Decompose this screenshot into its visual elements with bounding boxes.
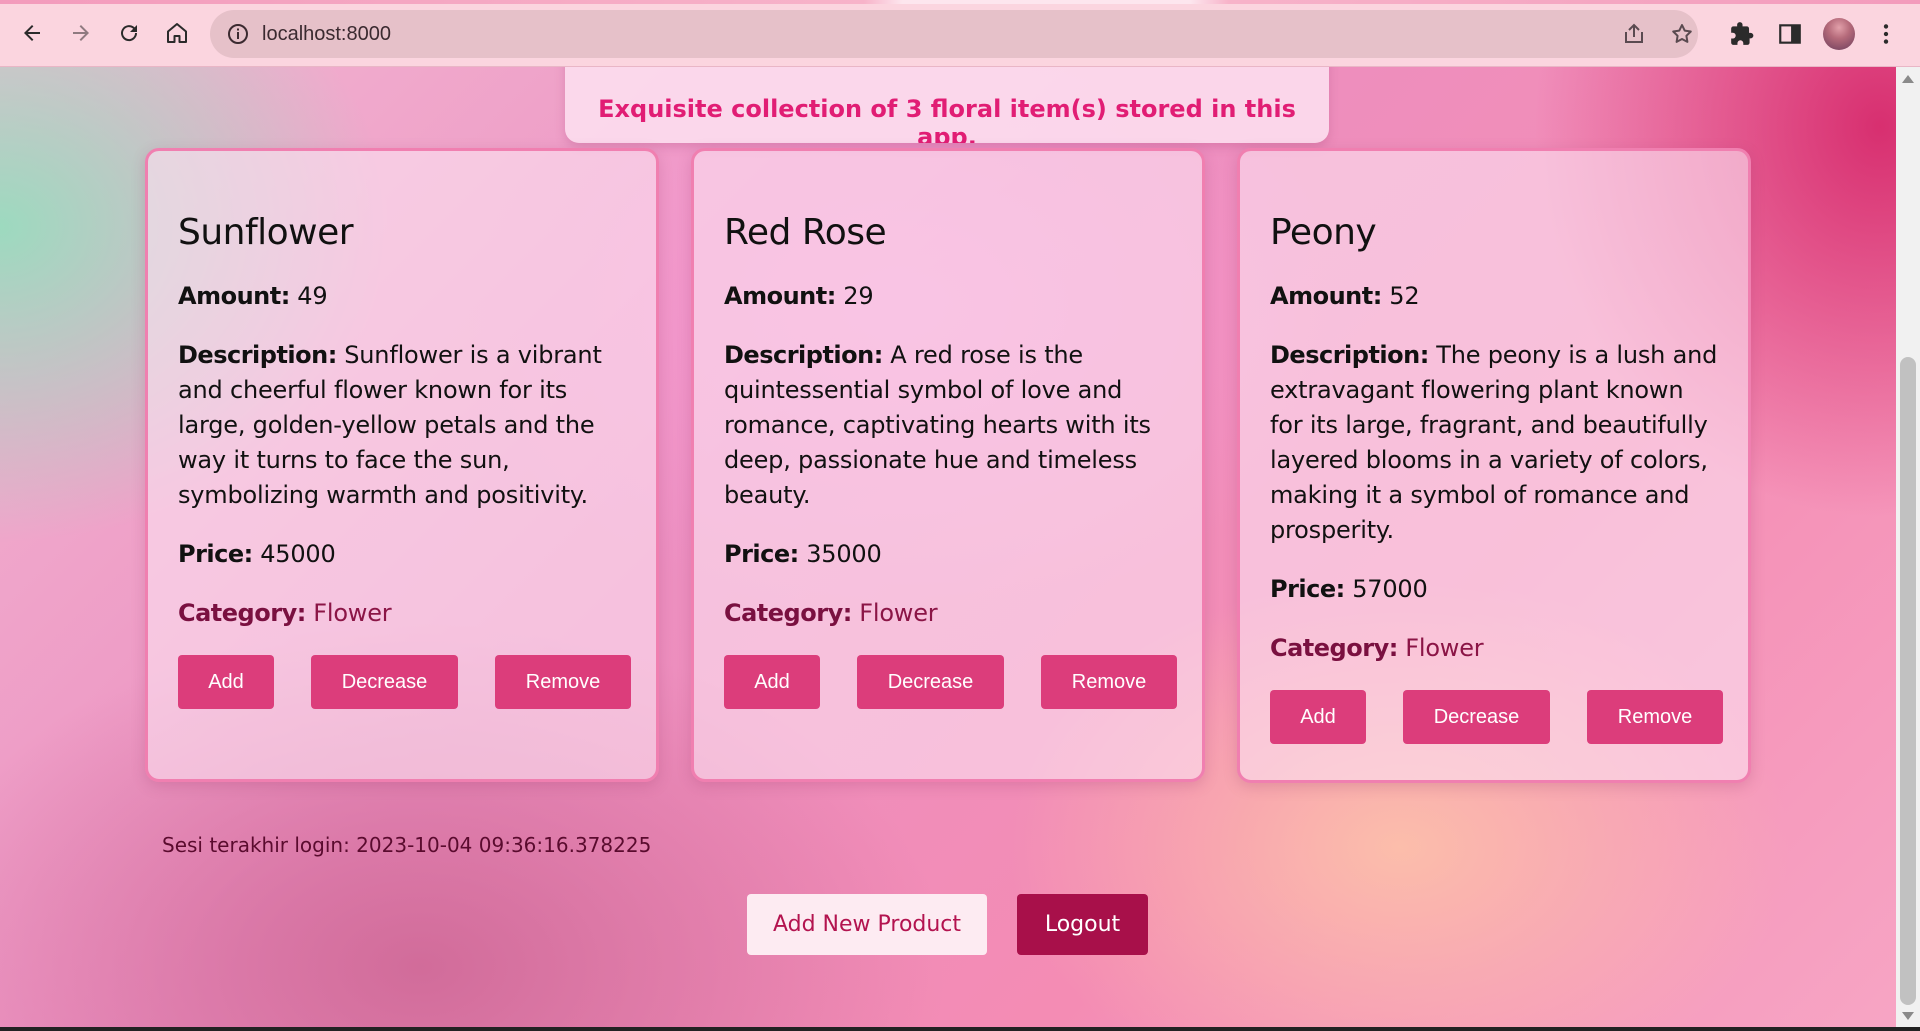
product-amount: Amount: 49 (178, 282, 328, 310)
product-actions: Add Decrease Remove (1270, 690, 1723, 744)
arrow-right-icon (73, 25, 89, 41)
page-viewport: Exquisite collection of 3 floral item(s)… (0, 67, 1896, 1031)
remove-button[interactable]: Remove (495, 655, 631, 709)
menu-kebab-icon[interactable] (1873, 21, 1899, 47)
product-price: Price: 45000 (178, 540, 336, 568)
site-info-icon[interactable] (226, 22, 250, 46)
product-description: Description: The peony is a lush and ext… (1270, 341, 1718, 544)
side-panel-icon[interactable] (1777, 21, 1803, 47)
add-button[interactable]: Add (724, 655, 820, 709)
product-description: Description: Sunflower is a vibrant and … (178, 341, 602, 509)
star-icon[interactable] (1670, 22, 1694, 46)
extensions-icon[interactable] (1729, 21, 1755, 47)
arrow-left-icon (24, 25, 40, 41)
tab-strip (0, 0, 1920, 4)
product-description: Description: A red rose is the quintesse… (724, 341, 1151, 509)
decrease-button[interactable]: Decrease (311, 655, 458, 709)
decrease-button[interactable]: Decrease (1403, 690, 1550, 744)
add-new-product-button[interactable]: Add New Product (747, 894, 987, 955)
product-card: Peony Amount: 52 Description: The peony … (1237, 148, 1751, 783)
product-name: Sunflower (178, 212, 354, 253)
product-card: Red Rose Amount: 29 Description: A red r… (691, 148, 1205, 782)
product-name: Red Rose (724, 212, 887, 253)
reload-icon (121, 25, 138, 42)
product-name: Peony (1270, 212, 1377, 253)
forward-button[interactable] (62, 14, 100, 52)
product-actions: Add Decrease Remove (178, 655, 631, 709)
decrease-button[interactable]: Decrease (857, 655, 1004, 709)
info-banner: Exquisite collection of 3 floral item(s)… (565, 67, 1329, 143)
remove-button[interactable]: Remove (1041, 655, 1177, 709)
product-price: Price: 57000 (1270, 575, 1428, 603)
window-bottom-edge (0, 1027, 1920, 1031)
product-actions: Add Decrease Remove (724, 655, 1177, 709)
product-amount: Amount: 29 (724, 282, 874, 310)
back-button[interactable] (13, 14, 51, 52)
last-login-text: Sesi terakhir login: 2023-10-04 09:36:16… (162, 833, 652, 857)
info-text: Exquisite collection of 3 floral item(s)… (598, 95, 1296, 143)
scroll-down-icon[interactable] (1902, 1012, 1914, 1020)
product-category: Category: Flower (178, 599, 392, 627)
address-bar[interactable]: localhost:8000 (210, 10, 1698, 58)
browser-toolbar: localhost:8000 (0, 0, 1920, 67)
home-button[interactable] (158, 14, 196, 52)
home-icon (167, 23, 187, 43)
product-category: Category: Flower (1270, 634, 1484, 662)
remove-button[interactable]: Remove (1587, 690, 1723, 744)
product-price: Price: 35000 (724, 540, 882, 568)
scroll-up-icon[interactable] (1902, 75, 1914, 83)
scroll-thumb[interactable] (1900, 357, 1916, 1005)
page-scrollbar[interactable] (1896, 67, 1920, 1031)
profile-avatar[interactable] (1823, 18, 1855, 50)
product-category: Category: Flower (724, 599, 938, 627)
logout-button[interactable]: Logout (1017, 894, 1148, 955)
url-text[interactable]: localhost:8000 (262, 22, 391, 46)
add-button[interactable]: Add (178, 655, 274, 709)
add-button[interactable]: Add (1270, 690, 1366, 744)
reload-button[interactable] (110, 14, 148, 52)
product-card: Sunflower Amount: 49 Description: Sunflo… (145, 148, 659, 782)
product-amount: Amount: 52 (1270, 282, 1420, 310)
share-icon[interactable] (1622, 22, 1646, 46)
